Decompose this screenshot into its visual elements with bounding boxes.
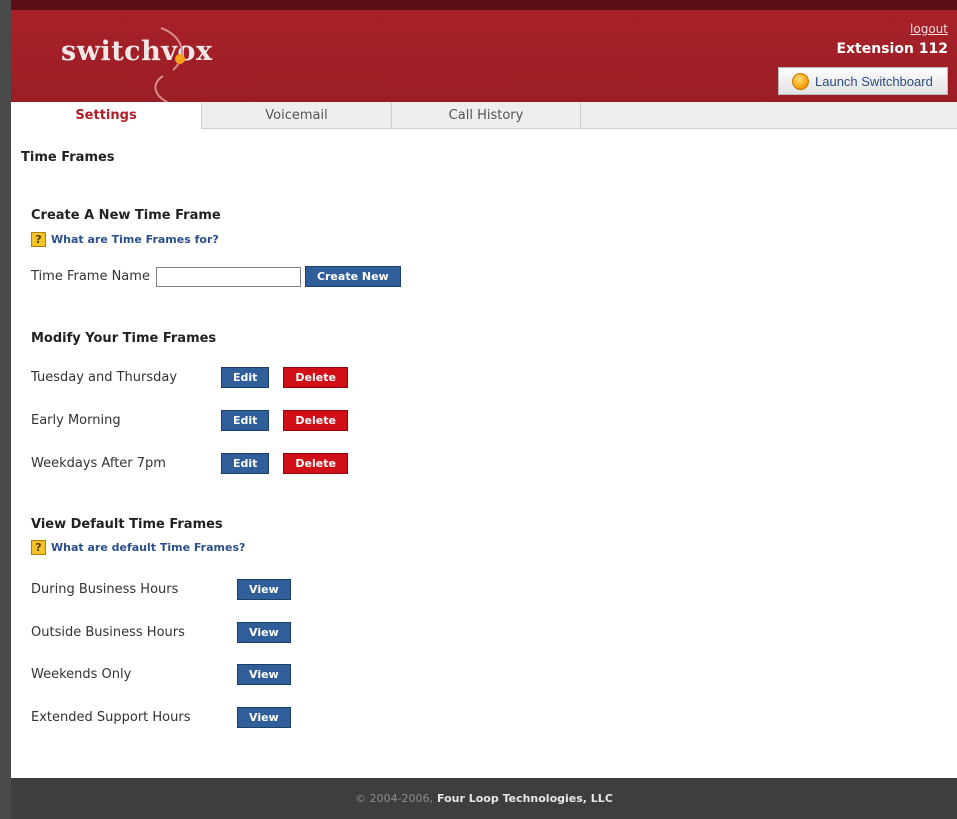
create-row: Time Frame Name Create New [31, 266, 401, 287]
help-icon: ? [31, 232, 46, 247]
extension-label: Extension 112 [836, 41, 948, 57]
page-title: Time Frames [21, 150, 115, 165]
top-strip [11, 0, 957, 10]
create-help: ? What are Time Frames for? [31, 232, 219, 247]
tab-call-history[interactable]: Call History [392, 102, 581, 128]
default-section-heading: View Default Time Frames [31, 517, 223, 532]
view-button[interactable]: View [237, 622, 291, 643]
footer: © 2004-2006, Four Loop Technologies, LLC [11, 778, 957, 819]
time-frame-name: Tuesday and Thursday [31, 370, 178, 385]
time-frame-name: Weekdays After 7pm [31, 456, 166, 471]
default-time-frame-name: Outside Business Hours [31, 625, 185, 640]
tab-bar: Settings Voicemail Call History [11, 102, 957, 129]
logout-link[interactable]: logout [910, 22, 948, 36]
view-button[interactable]: View [237, 707, 291, 728]
time-frame-name-label: Time Frame Name [31, 269, 150, 284]
default-time-frame-name: During Business Hours [31, 582, 179, 597]
time-frame-row: Early Morning Edit Delete [31, 410, 348, 431]
tab-voicemail[interactable]: Voicemail [202, 102, 392, 128]
default-time-frame-name: Extended Support Hours [31, 710, 191, 725]
page: switchvox logout Extension 112 Launch Sw… [11, 0, 957, 819]
time-frame-name-input[interactable] [155, 266, 301, 287]
help-icon: ? [31, 540, 46, 555]
default-time-frame-row: During Business Hours View [31, 579, 291, 600]
copyright-text: © 2004-2006, [355, 792, 434, 805]
time-frame-row: Weekdays After 7pm Edit Delete [31, 453, 348, 474]
view-button[interactable]: View [237, 664, 291, 685]
launch-switchboard-button[interactable]: Launch Switchboard [778, 67, 948, 95]
default-help: ? What are default Time Frames? [31, 540, 245, 555]
edit-button[interactable]: Edit [221, 453, 270, 474]
delete-button[interactable]: Delete [283, 410, 348, 431]
time-frame-row: Tuesday and Thursday Edit Delete [31, 367, 348, 388]
launch-switchboard-label: Launch Switchboard [815, 73, 933, 89]
orange-orb-icon [792, 72, 809, 90]
tab-settings[interactable]: Settings [11, 102, 202, 129]
default-time-frame-name: Weekends Only [31, 667, 132, 682]
default-time-frame-row: Outside Business Hours View [31, 622, 291, 643]
time-frames-help-link[interactable]: What are Time Frames for? [51, 233, 219, 246]
switchvox-logo: switchvox [61, 36, 213, 67]
create-section-heading: Create A New Time Frame [31, 208, 221, 223]
edit-button[interactable]: Edit [221, 410, 270, 431]
delete-button[interactable]: Delete [283, 453, 348, 474]
modify-section-heading: Modify Your Time Frames [31, 331, 217, 346]
default-time-frame-row: Weekends Only View [31, 664, 291, 685]
edit-button[interactable]: Edit [221, 367, 270, 388]
company-name: Four Loop Technologies, LLC [437, 792, 613, 805]
window-left-border [0, 0, 11, 819]
create-new-button[interactable]: Create New [304, 266, 401, 287]
header: switchvox logout Extension 112 Launch Sw… [11, 10, 957, 105]
view-button[interactable]: View [237, 579, 291, 600]
default-time-frames-help-link[interactable]: What are default Time Frames? [51, 541, 245, 554]
delete-button[interactable]: Delete [283, 367, 348, 388]
default-time-frame-row: Extended Support Hours View [31, 707, 291, 728]
time-frame-name: Early Morning [31, 413, 121, 428]
